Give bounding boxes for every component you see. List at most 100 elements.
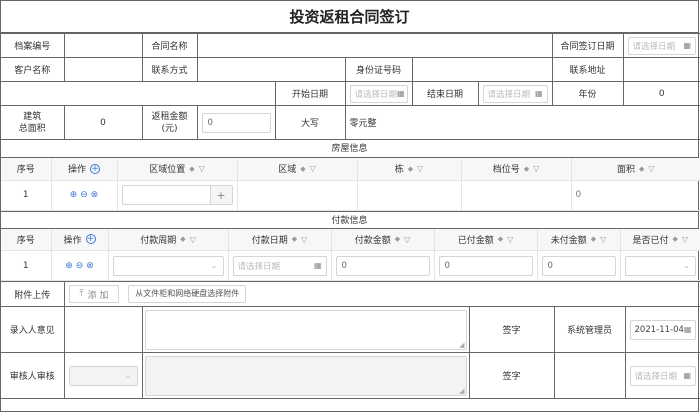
pay-col-amount[interactable]: 付款金额 ◆ ▽	[330, 228, 435, 251]
page-title: 投资返租合同签订	[1, 1, 698, 33]
opinion-date-value: 2021-11-04	[634, 324, 684, 335]
rent-amount-label-line2: (元)	[161, 123, 178, 134]
review-textarea[interactable]: ◢	[144, 355, 467, 396]
opinion-signer: 系统管理员	[553, 306, 626, 353]
pay-col-is-paid[interactable]: 是否已付 ◆ ▽	[619, 228, 700, 251]
building-area-label-line2: 总面积	[18, 123, 46, 134]
pay-col-unpaid[interactable]: 未付金额 ◆ ▽	[536, 228, 621, 251]
start-date-picker[interactable]: 请选择日期 ▦	[349, 84, 408, 103]
region-location-selector[interactable]: +	[121, 185, 233, 205]
years-label: 年份	[551, 81, 624, 106]
house-col-building[interactable]: 栋 ◆ ▽	[356, 158, 462, 181]
stall-no-cell[interactable]	[460, 180, 572, 211]
building-cell[interactable]	[356, 180, 462, 211]
pay-period-select[interactable]: ⌄	[112, 255, 224, 276]
opinion-date-picker[interactable]: 2021-11-04 ▦	[629, 319, 697, 340]
add-icon[interactable]: ⊕	[65, 261, 73, 271]
rent-amount-input[interactable]: 0	[201, 112, 271, 133]
building-area-label-line1: 建筑	[23, 111, 42, 122]
filter-icon: ▽	[507, 234, 514, 244]
start-date-placeholder: 请选择日期	[354, 89, 398, 100]
sort-icon: ◆	[672, 235, 678, 244]
house-col-stall-no[interactable]: 档位号 ◆ ▽	[460, 158, 572, 181]
daxie-value: 零元整	[344, 105, 700, 140]
house-col-region[interactable]: 区域 ◆ ▽	[236, 158, 358, 181]
start-date-label: 开始日期	[274, 81, 346, 106]
end-date-picker[interactable]: 请选择日期 ▦	[482, 84, 548, 103]
id-no-label: 身份证号码	[344, 57, 413, 82]
pay-col-paid[interactable]: 已付金额 ◆ ▽	[433, 228, 538, 251]
house-col-region-location[interactable]: 区域位置 ◆ ▽	[116, 158, 238, 181]
calendar-icon: ▦	[397, 89, 405, 98]
select-attachment-button[interactable]: 从文件柜和网络硬盘选择附件	[128, 284, 247, 303]
house-table: 序号 操作 + 区域位置 ◆ ▽ 区域 ◆ ▽ 栋 ◆ ▽ 档位号 ◆ ▽ 面积 ◆ ▽ 1 ⊕	[1, 158, 700, 211]
remove-icon[interactable]: ⊖	[76, 261, 84, 271]
filter-icon: ▽	[648, 164, 655, 174]
table-row: 1 ⊕ ⊖ ⊗ ⌄ 请选择日期 ▦ 0 0 0 ⌄	[1, 250, 700, 281]
plus-icon[interactable]: +	[209, 186, 232, 204]
filter-icon: ▽	[198, 164, 205, 174]
add-icon[interactable]: ⊕	[70, 190, 78, 200]
sort-icon: ◆	[497, 235, 504, 244]
sign-date-placeholder: 请选择日期	[632, 41, 676, 52]
address-label: 联系地址	[551, 57, 624, 82]
calendar-icon: ▦	[313, 261, 322, 270]
add-row-icon[interactable]: +	[85, 234, 96, 245]
paid-amount-input[interactable]: 0	[438, 255, 533, 276]
customer-name-label: 客户名称	[1, 57, 65, 82]
archive-no-field[interactable]	[63, 33, 143, 58]
daxie-label: 大写	[274, 105, 346, 140]
review-sign-label: 签字	[468, 352, 555, 399]
review-date-picker[interactable]: 请选择日期 ▦	[629, 365, 697, 386]
filter-icon: ▽	[600, 234, 607, 244]
contract-form: 投资返租合同签订 档案编号 合同名称 合同签订日期 请选择日期 ▦ 客户名称 联…	[0, 0, 700, 412]
move-down-icon[interactable]: ⊗	[86, 261, 94, 271]
area-cell[interactable]: 0	[570, 180, 700, 211]
pay-date-picker[interactable]: 请选择日期 ▦	[232, 255, 327, 276]
bottom-table: 附件上传 ⤒ 添 加 从文件柜和网络硬盘选择附件 录入人意见 ◢ 签字 系统管理…	[1, 281, 700, 399]
pay-date-placeholder: 请选择日期	[237, 261, 281, 272]
add-attachment-button[interactable]: ⤒ 添 加	[68, 285, 120, 304]
sort-icon: ◆	[291, 235, 298, 244]
pay-amount-input[interactable]: 0	[335, 255, 430, 276]
sort-icon: ◆	[590, 235, 597, 244]
remove-icon[interactable]: ⊖	[80, 190, 88, 200]
pay-col-ops: 操作 +	[50, 228, 109, 251]
opinion-textarea[interactable]: ◢	[144, 309, 467, 350]
calendar-icon: ▦	[683, 325, 692, 334]
customer-name-field[interactable]	[63, 57, 143, 82]
resize-handle-icon[interactable]: ◢	[459, 341, 464, 349]
sort-icon: ◆	[180, 235, 186, 244]
move-down-icon[interactable]: ⊗	[91, 190, 99, 200]
unpaid-amount-input[interactable]: 0	[541, 255, 616, 276]
address-field[interactable]	[622, 57, 700, 82]
contact-label: 联系方式	[141, 57, 198, 82]
chevron-down-icon: ⌄	[682, 260, 690, 271]
attachment-label: 附件上传	[1, 281, 65, 307]
pay-col-period[interactable]: 付款周期 ◆ ▽	[107, 228, 229, 251]
sort-icon: ◆	[407, 164, 414, 173]
filter-icon: ▽	[533, 164, 540, 174]
contact-field[interactable]	[196, 57, 346, 82]
table-row: 1 ⊕ ⊖ ⊗ + 0	[1, 180, 700, 211]
region-cell[interactable]	[236, 180, 358, 211]
rent-amount-label: 返租金额 (元)	[141, 105, 198, 140]
row-index: 1	[1, 250, 52, 281]
id-no-field[interactable]	[411, 57, 553, 82]
resize-handle-icon[interactable]: ◢	[459, 387, 464, 395]
calendar-icon: ▦	[683, 41, 692, 50]
house-col-index: 序号	[1, 158, 52, 181]
upload-icon: ⤒	[79, 289, 84, 300]
pay-col-date[interactable]: 付款日期 ◆ ▽	[227, 228, 332, 251]
filter-icon: ▽	[681, 234, 689, 244]
house-col-area[interactable]: 面积 ◆ ▽	[570, 158, 700, 181]
add-row-icon[interactable]: +	[90, 163, 100, 174]
end-date-placeholder: 请选择日期	[487, 89, 531, 100]
opinion-label: 录入人意见	[1, 306, 65, 353]
sign-date-picker[interactable]: 请选择日期 ▦	[627, 36, 697, 55]
review-select[interactable]: ⌄	[68, 365, 138, 386]
contract-name-field[interactable]	[196, 33, 553, 58]
sort-icon: ◆	[638, 164, 645, 173]
filter-icon: ▽	[309, 164, 316, 174]
is-paid-select[interactable]: ⌄	[624, 255, 696, 276]
